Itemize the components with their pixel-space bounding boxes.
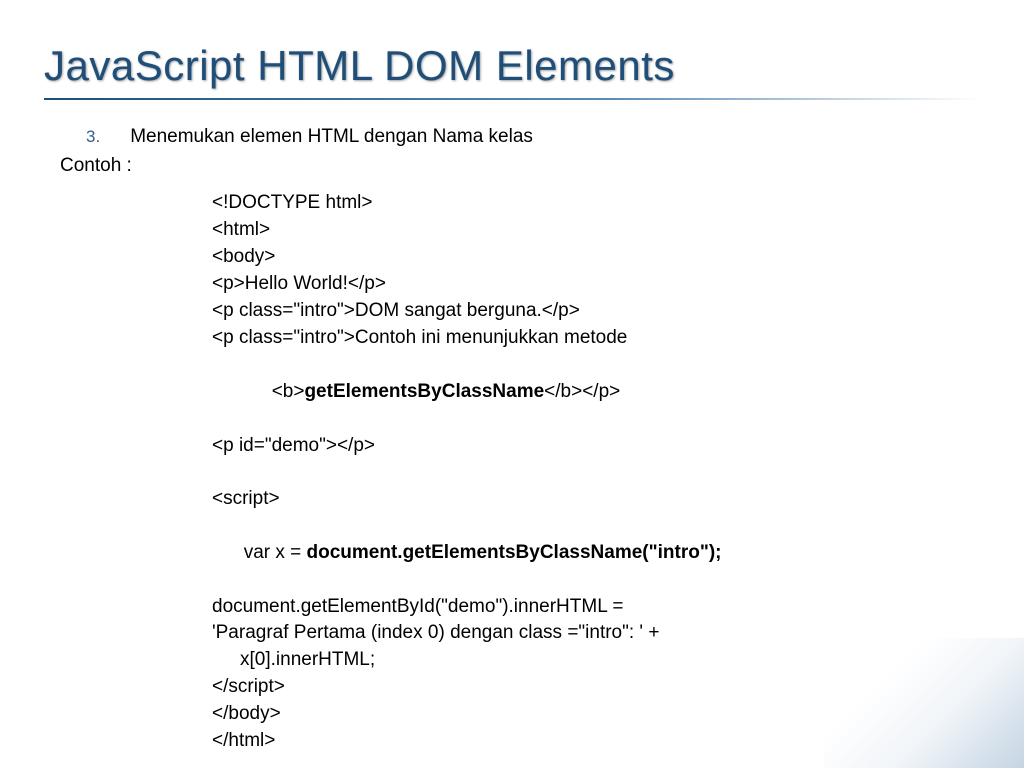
code-bold: getElementsByClassName (304, 381, 544, 402)
slide-title: JavaScript HTML DOM Elements (0, 0, 1024, 90)
code-line: <script> (212, 486, 964, 513)
list-item-3: 3. Menemukan elemen HTML dengan Nama kel… (60, 124, 964, 151)
code-line: </html> (212, 728, 964, 755)
contoh-label: Contoh : (60, 153, 964, 180)
code-line: 'Paragraf Pertama (index 0) dengan class… (212, 620, 964, 647)
code-line: <!DOCTYPE html> (212, 190, 964, 217)
code-line: <p id="demo"></p> (212, 433, 964, 460)
code-text: <b> (272, 381, 305, 402)
code-line: <b>getElementsByClassName</b></p> (212, 352, 964, 433)
code-line: <p class="intro">Contoh ini menunjukkan … (212, 325, 964, 352)
code-line: <p>Hello World!</p> (212, 271, 964, 298)
code-text: </b></p> (544, 381, 620, 402)
list-heading: Menemukan elemen HTML dengan Nama kelas (130, 124, 533, 151)
code-line: var x = document.getElementsByClassName(… (212, 513, 964, 594)
code-line: document.getElementById("demo").innerHTM… (212, 594, 964, 621)
list-number: 3. (86, 125, 100, 149)
code-line: <p class="intro">DOM sangat berguna.</p> (212, 298, 964, 325)
code-line: <html> (212, 217, 964, 244)
slide-content: 3. Menemukan elemen HTML dengan Nama kel… (0, 100, 1024, 755)
code-line: </script> (212, 674, 964, 701)
code-line: x[0].innerHTML; (212, 647, 964, 674)
code-text: var x = (244, 542, 307, 563)
code-line: <body> (212, 244, 964, 271)
code-example: <!DOCTYPE html> <html> <body> <p>Hello W… (60, 190, 964, 755)
code-bold: document.getElementsByClassName("intro")… (307, 542, 722, 563)
code-line: </body> (212, 701, 964, 728)
